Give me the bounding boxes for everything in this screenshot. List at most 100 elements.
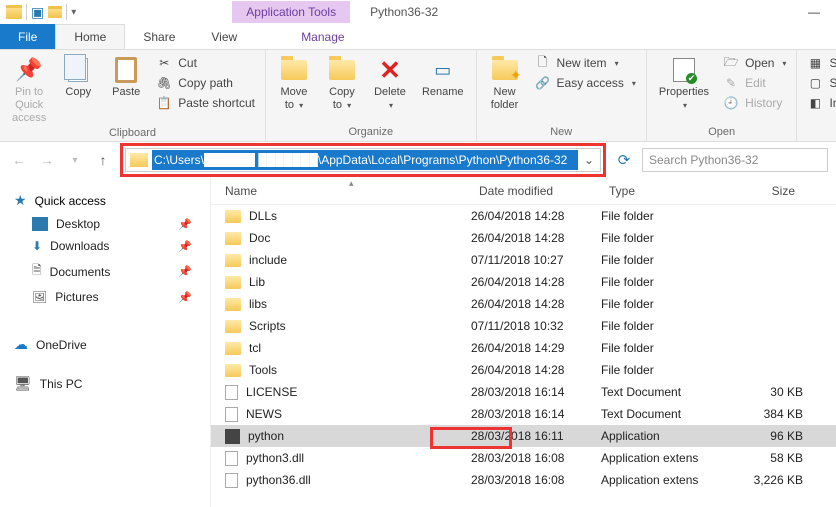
folder-icon: [225, 320, 241, 333]
rename-button[interactable]: ▭ Rename: [416, 52, 470, 99]
select-all-button[interactable]: ▦Select all: [803, 54, 836, 72]
move-to-button[interactable]: Moveto ▾: [272, 52, 316, 112]
open-icon: 🗁: [723, 55, 739, 71]
sidebar-desktop[interactable]: Desktop📌: [14, 213, 210, 235]
file-date: 26/04/2018 14:29: [471, 341, 601, 355]
select-none-icon: ▢: [807, 75, 823, 91]
file-row[interactable]: Tools26/04/2018 14:28File folder: [211, 359, 836, 381]
file-name: NEWS: [246, 407, 282, 421]
search-box[interactable]: Search Python36-32: [642, 148, 828, 172]
paste-button[interactable]: Paste: [104, 52, 148, 99]
folder-icon: [225, 232, 241, 245]
column-headers: Name▴ Date modified Type Size: [211, 178, 836, 205]
window-controls: —: [792, 0, 836, 24]
new-item-button[interactable]: 🗋New item▾: [531, 54, 640, 72]
navigation-pane: ★Quick access Desktop📌 ⬇Downloads📌 🗎Docu…: [0, 178, 210, 507]
sidebar-onedrive[interactable]: ☁OneDrive: [14, 332, 210, 357]
body-area: ★Quick access Desktop📌 ⬇Downloads📌 🗎Docu…: [0, 178, 836, 507]
col-date[interactable]: Date modified: [471, 178, 601, 204]
copy-button[interactable]: Copy: [56, 52, 100, 99]
up-button[interactable]: ↑: [92, 149, 114, 171]
col-name[interactable]: Name▴: [211, 178, 471, 204]
sidebar-pictures[interactable]: 🖼Pictures📌: [14, 286, 210, 308]
refresh-button[interactable]: ⟳: [612, 151, 636, 169]
recent-button[interactable]: ▾: [64, 149, 86, 171]
col-type[interactable]: Type: [601, 178, 729, 204]
group-open: Properties▾ 🗁Open▾ ✎Edit 🕘History Open: [647, 50, 798, 141]
easy-access-icon: 🔗: [535, 75, 551, 91]
folder-icon: [225, 342, 241, 355]
file-row[interactable]: Doc26/04/2018 14:28File folder: [211, 227, 836, 249]
cut-button[interactable]: ✂Cut: [152, 54, 259, 72]
quick-access-toolbar: ▣ ▾: [0, 4, 82, 21]
history-button[interactable]: 🕘History: [719, 94, 790, 112]
col-size[interactable]: Size: [729, 178, 803, 204]
pin-icon: 📌: [178, 291, 192, 304]
address-bar[interactable]: ⌄: [125, 148, 601, 172]
qat-customize-icon[interactable]: ▾: [71, 7, 76, 18]
sidebar-quick-access[interactable]: ★Quick access: [14, 188, 210, 213]
tab-manage[interactable]: Manage: [283, 24, 362, 49]
file-date: 26/04/2018 14:28: [471, 209, 601, 223]
pc-icon: 🖥: [14, 375, 32, 392]
minimize-button[interactable]: —: [792, 0, 836, 24]
file-row[interactable]: DLLs26/04/2018 14:28File folder: [211, 205, 836, 227]
copy-to-button[interactable]: Copyto ▾: [320, 52, 364, 112]
file-date: 28/03/2018 16:08: [471, 473, 601, 487]
file-row[interactable]: Scripts07/11/2018 10:32File folder: [211, 315, 836, 337]
paste-shortcut-button[interactable]: 📋Paste shortcut: [152, 94, 259, 112]
sidebar-documents[interactable]: 🗎Documents📌: [14, 257, 210, 286]
file-type: File folder: [601, 209, 729, 223]
file-row[interactable]: python28/03/2018 16:11Application96 KB: [211, 425, 836, 447]
easy-access-button[interactable]: 🔗Easy access▾: [531, 74, 640, 92]
file-row[interactable]: python36.dll28/03/2018 16:08Application …: [211, 469, 836, 491]
copy-path-button[interactable]: 🖇Copy path: [152, 74, 259, 92]
pin-quick-access-button[interactable]: 📌 Pin to Quickaccess: [6, 52, 52, 125]
address-input[interactable]: [152, 150, 578, 170]
tab-view[interactable]: View: [193, 24, 255, 49]
edit-icon: ✎: [723, 75, 739, 91]
back-button[interactable]: ←: [8, 149, 30, 171]
file-row[interactable]: libs26/04/2018 14:28File folder: [211, 293, 836, 315]
address-dropdown-icon[interactable]: ⌄: [578, 153, 600, 167]
delete-button[interactable]: ✕ Delete▾: [368, 52, 412, 112]
folder-icon: [225, 210, 241, 223]
file-date: 26/04/2018 14:28: [471, 297, 601, 311]
file-size: 384 KB: [729, 407, 803, 421]
file-row[interactable]: LICENSE28/03/2018 16:14Text Document30 K…: [211, 381, 836, 403]
file-row[interactable]: tcl26/04/2018 14:29File folder: [211, 337, 836, 359]
group-new: ✦ Newfolder 🗋New item▾ 🔗Easy access▾ New: [477, 50, 647, 141]
copy-path-icon: 🖇: [156, 75, 172, 91]
qat-properties-icon[interactable]: ▣: [31, 4, 44, 21]
select-none-button[interactable]: ▢Select none: [803, 74, 836, 92]
document-icon: 🗎: [32, 261, 42, 282]
forward-button[interactable]: →: [36, 149, 58, 171]
file-row[interactable]: python3.dll28/03/2018 16:08Application e…: [211, 447, 836, 469]
file-row[interactable]: NEWS28/03/2018 16:14Text Document384 KB: [211, 403, 836, 425]
file-name: Lib: [249, 275, 265, 289]
file-name: include: [249, 253, 287, 267]
tab-share[interactable]: Share: [125, 24, 193, 49]
edit-button[interactable]: ✎Edit: [719, 74, 790, 92]
pin-icon: 📌: [178, 218, 192, 231]
file-row[interactable]: include07/11/2018 10:27File folder: [211, 249, 836, 271]
new-item-icon: 🗋: [535, 55, 551, 71]
tab-home[interactable]: Home: [55, 24, 125, 49]
file-name: python: [248, 429, 284, 443]
app-icon: [225, 429, 240, 444]
tab-file[interactable]: File: [0, 24, 55, 49]
new-folder-button[interactable]: ✦ Newfolder: [483, 52, 527, 112]
file-size: 30 KB: [729, 385, 803, 399]
open-button[interactable]: 🗁Open▾: [719, 54, 790, 72]
properties-button[interactable]: Properties▾: [653, 52, 715, 112]
file-type: File folder: [601, 341, 729, 355]
group-clipboard: 📌 Pin to Quickaccess Copy Paste ✂Cut 🖇Co…: [0, 50, 266, 141]
file-row[interactable]: Lib26/04/2018 14:28File folder: [211, 271, 836, 293]
qat-open-icon[interactable]: [48, 6, 62, 18]
properties-icon: [668, 56, 700, 84]
sidebar-this-pc[interactable]: 🖥This PC: [14, 371, 210, 396]
sidebar-downloads[interactable]: ⬇Downloads📌: [14, 235, 210, 257]
invert-selection-button[interactable]: ◧Invert selection: [803, 94, 836, 112]
group-label: Organize: [272, 124, 470, 141]
star-icon: ★: [14, 192, 27, 209]
